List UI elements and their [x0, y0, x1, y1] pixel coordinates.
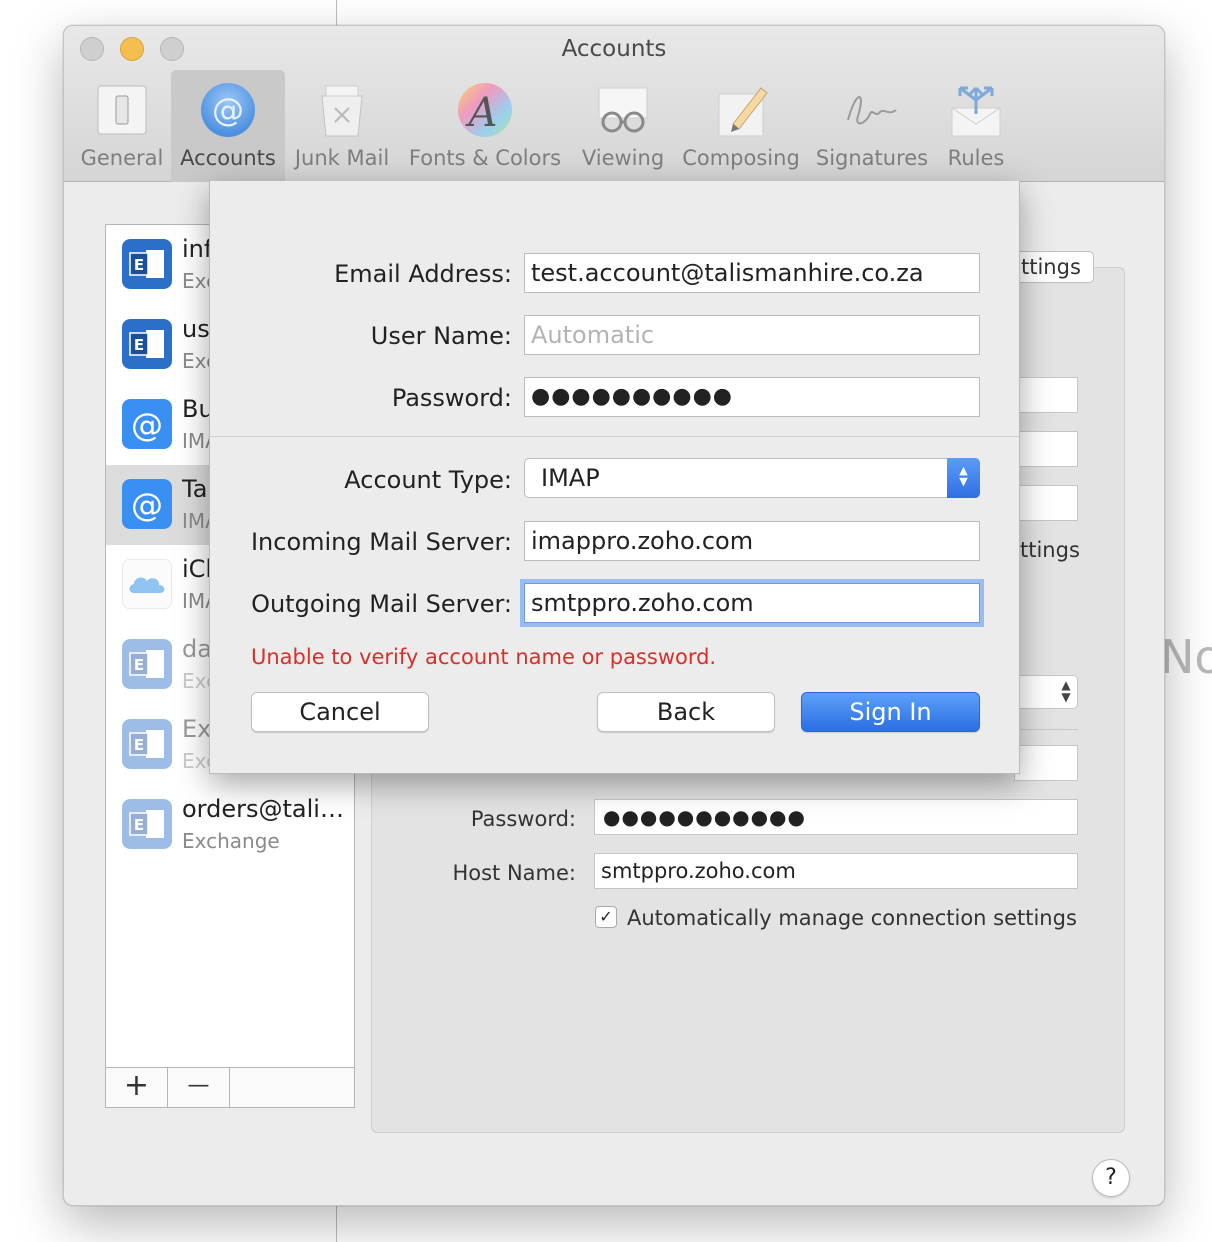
trash-bin-icon [321, 85, 363, 137]
account-name: da [182, 635, 212, 663]
rules-envelope-icon [951, 86, 1001, 137]
exchange-icon: E [122, 319, 172, 369]
bg-field[interactable] [1014, 745, 1078, 781]
background-window-text: No [1160, 630, 1212, 684]
account-type-select[interactable]: IMAP ▲ ▼ [524, 458, 980, 498]
svg-text:E: E [134, 256, 144, 274]
account-name: us [182, 315, 210, 343]
smtp-host-field[interactable]: smtppro.zoho.com [594, 853, 1078, 889]
bg-field[interactable] [1014, 485, 1078, 521]
toolbar-signatures[interactable]: Signatures [812, 70, 932, 182]
account-name: inf [182, 235, 213, 263]
account-row[interactable]: E orders@tali… Exchange [106, 785, 354, 865]
toolbar-general[interactable]: General [74, 70, 170, 182]
toolbar-accounts-label: Accounts [180, 146, 276, 170]
smtp-password-field[interactable]: ●●●●●●●●●●● [594, 799, 1078, 835]
auto-manage-checkbox[interactable]: ✓ [595, 906, 617, 928]
imap-at-icon: @ [122, 399, 172, 449]
back-button[interactable]: Back [597, 692, 775, 732]
imap-at-icon: @ [122, 479, 172, 529]
sheet-separator [210, 436, 1019, 437]
account-name: orders@tali… [182, 795, 344, 823]
account-name: Ta [182, 475, 208, 503]
outgoing-server-field[interactable] [524, 583, 980, 623]
account-type-label: Account Type: [344, 466, 512, 494]
help-button[interactable]: ? [1092, 1159, 1130, 1197]
fonts-colors-icon: A [458, 83, 512, 137]
add-account-sheet: Email Address: User Name: Password: ●●●●… [209, 181, 1020, 774]
toolbar-rules-label: Rules [947, 146, 1005, 170]
icloud-icon [122, 559, 172, 609]
bg-field[interactable] [1014, 377, 1078, 413]
title-bar: Accounts General @ Accounts Junk Mail A … [64, 26, 1164, 182]
toolbar-rules[interactable]: Rules [938, 70, 1014, 182]
error-message: Unable to verify account name or passwor… [251, 645, 717, 669]
account-name: Ex [182, 715, 212, 743]
glasses-icon [598, 87, 648, 133]
svg-text:A: A [465, 90, 498, 136]
email-field[interactable] [524, 253, 980, 293]
username-label: User Name: [370, 322, 512, 350]
exchange-icon: E [122, 239, 172, 289]
incoming-server-label: Incoming Mail Server: [250, 528, 512, 556]
signature-icon [847, 96, 897, 125]
svg-text:@: @ [131, 406, 163, 444]
bg-checkbox-label-partial: ttings [1020, 538, 1080, 562]
svg-text:@: @ [131, 486, 163, 524]
exchange-icon: E [122, 639, 172, 689]
pencil-paper-icon [718, 87, 768, 137]
auto-manage-label: Automatically manage connection settings [627, 906, 1077, 930]
outgoing-server-label: Outgoing Mail Server: [251, 590, 512, 618]
exchange-icon: E [122, 799, 172, 849]
bg-field[interactable] [1014, 431, 1078, 467]
toolbar-general-label: General [80, 146, 164, 170]
toolbar-accounts[interactable]: @ Accounts [171, 70, 285, 182]
general-switch-icon [97, 85, 147, 135]
accounts-list-footer: + — [106, 1067, 354, 1107]
toolbar-composing[interactable]: Composing [680, 70, 802, 182]
chevron-updown-icon: ▲ ▼ [1061, 678, 1071, 704]
at-sign-icon: @ [201, 83, 255, 137]
toolbar-junk-mail-label: Junk Mail [294, 146, 390, 170]
account-type-value: IMAP [541, 464, 600, 492]
svg-text:E: E [134, 736, 144, 754]
svg-text:E: E [134, 816, 144, 834]
sign-in-button[interactable]: Sign In [801, 692, 980, 732]
username-field[interactable] [524, 315, 980, 355]
password-field[interactable]: ●●●●●●●●●● [524, 377, 980, 417]
smtp-password-label: Password: [470, 807, 576, 831]
email-label: Email Address: [334, 260, 512, 288]
exchange-icon: E [122, 719, 172, 769]
svg-text:@: @ [212, 91, 244, 129]
toolbar-composing-label: Composing [682, 146, 800, 170]
toolbar-fonts-colors[interactable]: A Fonts & Colors [404, 70, 566, 182]
toolbar-viewing-label: Viewing [581, 146, 665, 170]
window-title: Accounts [561, 36, 667, 62]
smtp-host-label: Host Name: [452, 861, 576, 885]
bg-separator [1014, 729, 1078, 730]
account-type: Exchange [182, 829, 280, 853]
svg-text:E: E [134, 336, 144, 354]
password-label: Password: [391, 384, 512, 412]
toolbar-fonts-colors-label: Fonts & Colors [408, 146, 562, 170]
toolbar-viewing[interactable]: Viewing [572, 70, 674, 182]
cancel-button[interactable]: Cancel [251, 692, 429, 732]
chevron-updown-icon: ▲ ▼ [947, 458, 980, 498]
account-name: iCl [182, 555, 213, 583]
toolbar-signatures-label: Signatures [815, 146, 929, 170]
svg-text:E: E [134, 656, 144, 674]
remove-account-button[interactable]: — [168, 1068, 230, 1107]
incoming-server-field[interactable] [524, 521, 980, 561]
add-account-button[interactable]: + [106, 1068, 168, 1107]
toolbar-junk-mail[interactable]: Junk Mail [287, 70, 397, 182]
